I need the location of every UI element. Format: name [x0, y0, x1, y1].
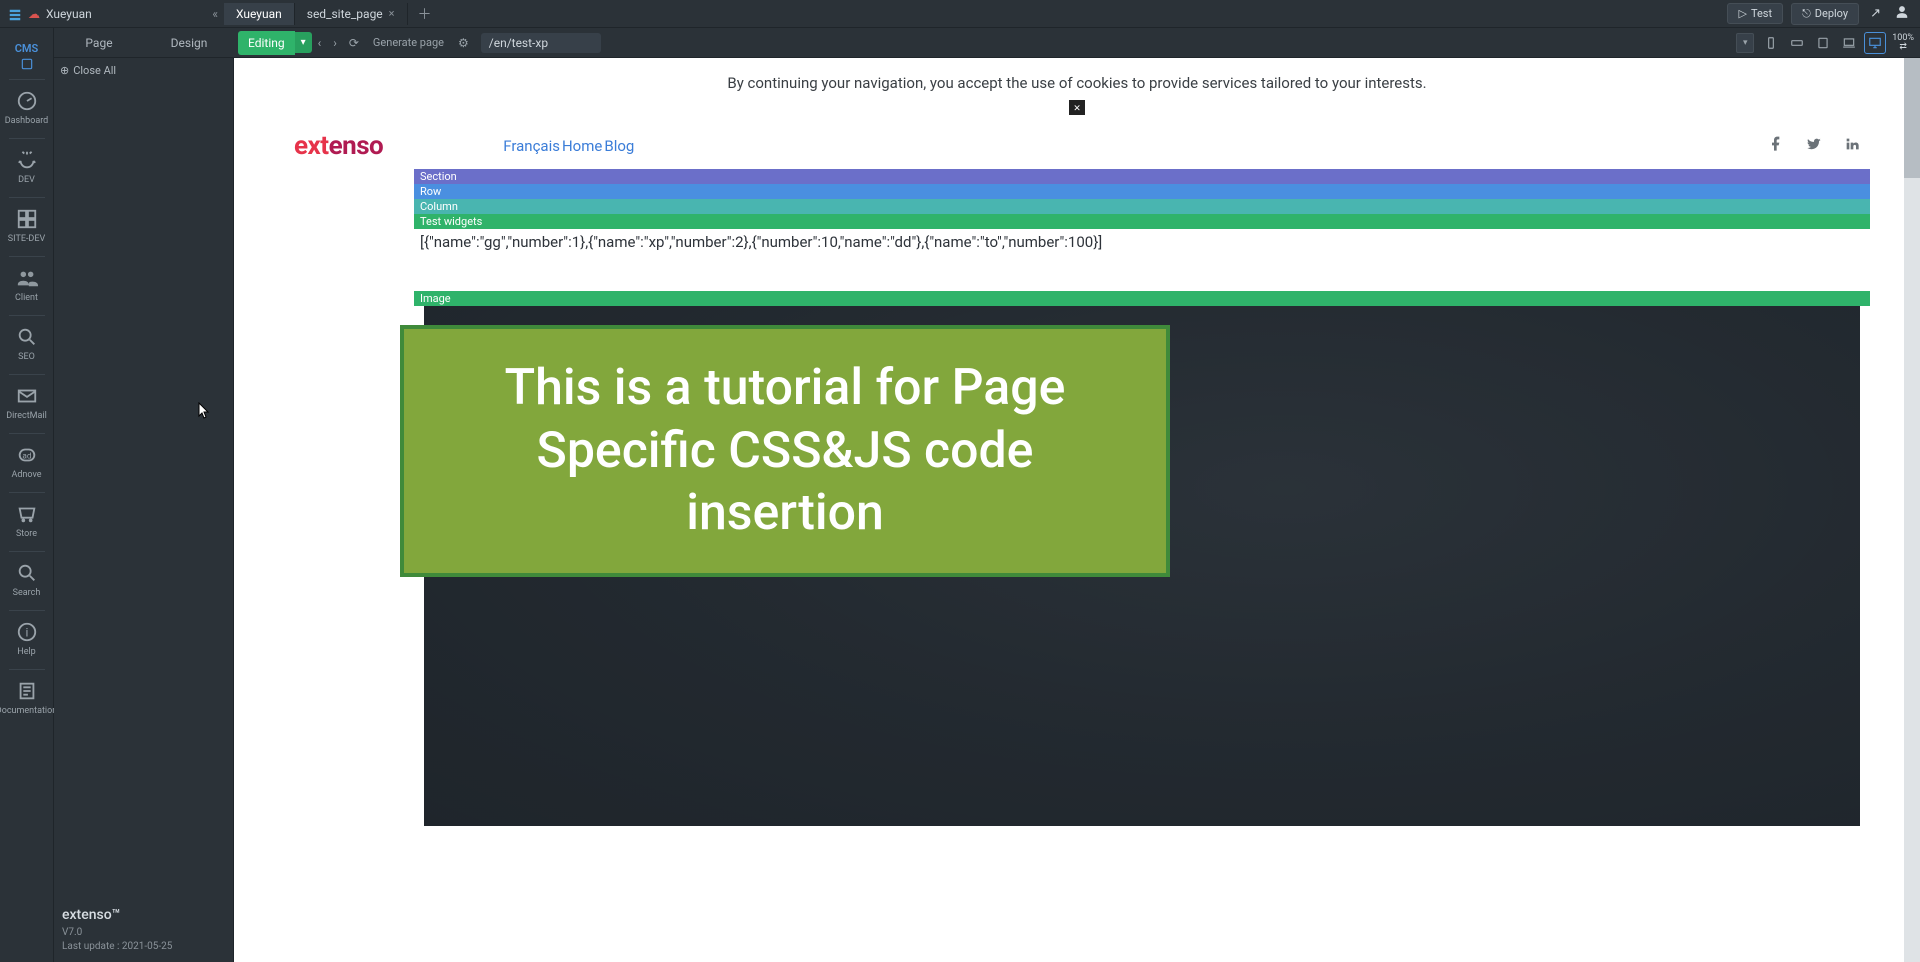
rail-dashboard[interactable]: Dashboard — [0, 82, 54, 136]
tab-label: sed_site_page — [307, 7, 383, 21]
deploy-icon: ⎋ — [1802, 7, 1811, 21]
label-test-widgets[interactable]: Test widgets — [414, 214, 1870, 229]
user-icon[interactable] — [1892, 2, 1912, 26]
deploy-label: Deploy — [1815, 7, 1848, 20]
label-row[interactable]: Row — [414, 184, 1870, 199]
mail-icon: DirectMail — [6, 411, 47, 421]
rail-client[interactable]: Client — [0, 259, 54, 313]
close-all-label: Close All — [73, 64, 116, 77]
tab-sed-site-page[interactable]: sed_site_page × — [295, 3, 408, 25]
sec-design[interactable]: Design — [144, 30, 234, 56]
generate-page-button[interactable]: Generate page — [365, 32, 452, 53]
rail-seo[interactable]: SEO — [0, 318, 54, 372]
url-field[interactable]: /en/test-xp — [481, 33, 601, 53]
refresh-button[interactable]: ⟳ — [343, 32, 365, 54]
url-select-dropdown[interactable]: ▾ — [1736, 33, 1754, 53]
project-name: Xueyuan — [46, 7, 92, 21]
scrollbar-track[interactable] — [1904, 58, 1920, 962]
facebook-icon[interactable] — [1768, 136, 1784, 156]
brand-version: V7.0 — [62, 926, 172, 940]
nav-home[interactable]: Home — [562, 137, 602, 155]
brand-footer: extenso™ V7.0 Last update : 2021-05-25 — [62, 906, 172, 954]
search-icon: SEO — [18, 352, 35, 362]
cookie-banner: By continuing your navigation, you accep… — [234, 58, 1920, 127]
rail-adnove[interactable]: ad Adnove — [0, 436, 54, 490]
rail-cms[interactable]: CMS — [0, 34, 54, 77]
tutorial-overlay: This is a tutorial for Page Specific CSS… — [400, 325, 1170, 577]
editing-dropdown[interactable]: ▾ — [295, 32, 312, 53]
rail-directmail[interactable]: DirectMail — [0, 377, 54, 431]
play-icon: ▷ — [1738, 7, 1746, 20]
brand-name: extenso™ — [62, 906, 172, 926]
cart-icon: Store — [16, 529, 37, 539]
tab-xueyuan[interactable]: Xueyuan — [224, 3, 295, 25]
close-icon[interactable]: × — [389, 7, 395, 20]
collapse-left-icon[interactable]: « — [212, 7, 218, 21]
cloud-sync-icon: ☁ — [28, 7, 40, 21]
nav-blog[interactable]: Blog — [604, 137, 634, 155]
sec-page[interactable]: Page — [54, 30, 144, 56]
resize-icon: ⇄ — [1899, 43, 1907, 52]
device-phone-landscape-icon[interactable] — [1786, 32, 1808, 54]
nav-francais[interactable]: Français — [503, 137, 560, 155]
svg-text:i: i — [25, 626, 28, 640]
rail-store[interactable]: Store — [0, 495, 54, 549]
label-section[interactable]: Section — [414, 169, 1870, 184]
globe-icon: ⊕ — [60, 64, 69, 77]
info-icon: Help — [17, 647, 35, 657]
app-logo-icon — [8, 7, 22, 21]
label-image[interactable]: Image — [414, 291, 1870, 306]
twitter-icon[interactable] — [1806, 136, 1822, 156]
brand-updated: Last update : 2021-05-25 — [62, 940, 172, 954]
doc-icon: Documentation — [0, 706, 57, 716]
nav-forward-button[interactable]: › — [327, 32, 343, 54]
editing-button[interactable]: Editing — [238, 31, 295, 55]
search-icon: Search — [13, 588, 41, 598]
device-tablet-icon[interactable] — [1812, 32, 1834, 54]
device-phone-icon[interactable] — [1760, 32, 1782, 54]
device-desktop-icon[interactable] — [1864, 32, 1886, 54]
label-column[interactable]: Column — [414, 199, 1870, 214]
widget-json-output: [{"name":"gg","number":1},{"name":"xp","… — [414, 229, 1870, 291]
rail-dev[interactable]: DEV — [0, 141, 54, 195]
rail-search[interactable]: Search — [0, 554, 54, 608]
add-tab-button[interactable]: ＋ — [408, 0, 442, 28]
grid-icon: SITE-DEV — [8, 234, 45, 244]
nav-back-button[interactable]: ‹ — [312, 32, 328, 54]
rail-help[interactable]: i Help — [0, 613, 54, 667]
linkedin-icon[interactable] — [1844, 136, 1860, 156]
rail-sitedev[interactable]: SITE-DEV — [0, 200, 54, 254]
users-icon: Client — [15, 293, 38, 303]
tutorial-text: This is a tutorial for Page Specific CSS… — [440, 357, 1130, 545]
rail-documentation[interactable]: Documentation — [0, 672, 54, 726]
ad-icon: Adnove — [11, 470, 41, 480]
test-button[interactable]: ▷ Test — [1727, 3, 1783, 24]
device-laptop-icon[interactable] — [1838, 32, 1860, 54]
test-label: Test — [1751, 7, 1772, 20]
cookie-close-button[interactable]: ✕ — [1069, 100, 1086, 115]
settings-gear-icon[interactable]: ⚙ — [452, 32, 475, 54]
deploy-button[interactable]: ⎋ Deploy — [1791, 3, 1859, 25]
wrench-icon: DEV — [18, 175, 35, 185]
svg-text:ad: ad — [22, 452, 31, 462]
external-link-icon[interactable]: ↗ — [1867, 3, 1884, 24]
cookie-text: By continuing your navigation, you accep… — [254, 74, 1900, 92]
scrollbar-thumb[interactable] — [1904, 58, 1920, 178]
gauge-icon: Dashboard — [5, 116, 49, 126]
zoom-level[interactable]: 100% ⇄ — [1892, 34, 1914, 52]
site-logo[interactable]: extenso — [294, 131, 383, 161]
tab-label: Xueyuan — [236, 7, 282, 21]
close-all-button[interactable]: ⊕ Close All — [60, 64, 227, 77]
